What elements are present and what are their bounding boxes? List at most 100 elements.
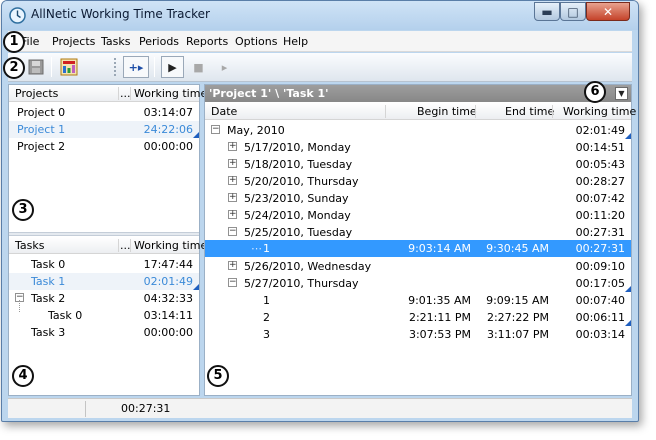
detail-row-day[interactable]: − 5/25/2010, Tuesday 00:27:31	[205, 224, 631, 241]
detail-row-day[interactable]: + 5/24/2010, Monday 00:11:20	[205, 207, 631, 224]
step-button[interactable]: ▸	[213, 56, 236, 78]
task-row[interactable]: Task 0 03:14:11	[9, 307, 199, 324]
chevron-down-icon[interactable]: ▼	[615, 87, 628, 100]
detail-time: 00:07:40	[575, 294, 625, 307]
minimize-button[interactable]: ▬	[534, 2, 560, 21]
task-time: 04:32:33	[143, 292, 193, 305]
detail-row-day[interactable]: + 5/26/2010, Wednesday 00:09:10	[205, 258, 631, 275]
tasks-col-more[interactable]: ...	[120, 239, 131, 252]
task-name: Task 1	[31, 275, 66, 288]
expand-icon[interactable]: +	[228, 210, 237, 219]
task-time: 02:01:49	[143, 275, 193, 288]
header-divider	[118, 87, 119, 100]
status-bar: 00:27:31	[8, 398, 632, 418]
toolbar-separator	[154, 57, 155, 77]
detail-date: 5/20/2010, Thursday	[244, 175, 359, 188]
menu-periods[interactable]: Periods	[139, 35, 179, 48]
task-row[interactable]: − Task 2 04:32:33	[9, 290, 199, 307]
detail-row-entry[interactable]: 3 3:07:53 PM 3:11:07 PM 00:03:14	[205, 326, 631, 343]
header-divider	[552, 105, 553, 118]
menu-tasks[interactable]: Tasks	[101, 35, 130, 48]
detail-col-end[interactable]: End time	[505, 105, 554, 118]
projects-col-time[interactable]: Working time	[134, 87, 207, 100]
expand-icon[interactable]: +	[228, 193, 237, 202]
detail-row-entry[interactable]: 2 2:21:11 PM 2:27:22 PM 00:06:11	[205, 309, 631, 326]
detail-row-day[interactable]: + 5/18/2010, Tuesday 00:05:43	[205, 156, 631, 173]
detail-date: 5/23/2010, Sunday	[244, 192, 349, 205]
clock-icon	[9, 7, 26, 24]
expand-icon[interactable]: +	[228, 176, 237, 185]
detail-date: 5/17/2010, Monday	[244, 141, 351, 154]
expand-icon[interactable]: +	[228, 142, 237, 151]
app-window: AllNetic Working Time Tracker ▬ □ ✕ File…	[1, 0, 639, 422]
title-bar[interactable]: AllNetic Working Time Tracker ▬ □ ✕	[2, 1, 638, 30]
header-divider	[130, 239, 131, 252]
breadcrumb-text: 'Project 1' \ 'Task 1'	[209, 87, 329, 100]
tree-connector: ⋯	[251, 242, 262, 255]
menu-reports[interactable]: Reports	[186, 35, 228, 48]
detail-end: 2:27:22 PM	[486, 311, 549, 324]
task-time: 00:00:00	[143, 326, 193, 339]
toolbar-grip[interactable]	[114, 58, 116, 76]
projects-col-name[interactable]: Projects	[15, 87, 58, 100]
detail-time: 00:17:05	[575, 277, 625, 290]
window-title: AllNetic Working Time Tracker	[31, 7, 210, 21]
project-row-selected[interactable]: Project 1 24:22:06	[9, 121, 199, 138]
header-divider	[385, 105, 386, 118]
menu-options[interactable]: Options	[235, 35, 277, 48]
projects-col-more[interactable]: ...	[120, 87, 131, 100]
menu-projects[interactable]: Projects	[52, 35, 95, 48]
project-row[interactable]: Project 0 03:14:07	[9, 104, 199, 121]
detail-begin: 9:03:14 AM	[408, 242, 471, 255]
callout-4: 4	[12, 365, 34, 387]
task-row[interactable]: Task 0 17:47:44	[9, 256, 199, 273]
panel-splitter[interactable]	[9, 232, 199, 236]
detail-col-begin[interactable]: Begin time	[417, 105, 477, 118]
detail-time: 00:03:14	[575, 328, 625, 341]
close-button[interactable]: ✕	[586, 2, 630, 21]
menu-help[interactable]: Help	[283, 35, 308, 48]
task-name: Task 2	[31, 292, 66, 305]
detail-begin: 2:21:11 PM	[408, 311, 471, 324]
task-row-selected[interactable]: Task 1 02:01:49	[9, 273, 199, 290]
detail-row-entry[interactable]: 1 9:01:35 AM 9:09:15 AM 00:07:40	[205, 292, 631, 309]
detail-col-time[interactable]: Working time	[563, 105, 636, 118]
detail-row-day[interactable]: − 5/27/2010, Thursday 00:17:05	[205, 275, 631, 292]
save-button[interactable]	[24, 56, 47, 78]
detail-time: 00:27:31	[575, 242, 625, 255]
report-button[interactable]	[57, 56, 80, 78]
tasks-col-time[interactable]: Working time	[134, 239, 207, 252]
detail-row-month[interactable]: − May, 2010 02:01:49	[205, 122, 631, 139]
collapse-icon[interactable]: −	[211, 125, 220, 134]
detail-end: 9:30:45 AM	[486, 242, 549, 255]
detail-row-day[interactable]: + 5/17/2010, Monday 00:14:51	[205, 139, 631, 156]
collapse-icon[interactable]: −	[228, 227, 237, 236]
detail-row-entry-selected[interactable]: ⋯ 1 9:03:14 AM 9:30:45 AM 00:27:31	[205, 240, 631, 257]
floppy-disk-icon	[28, 59, 43, 75]
task-row[interactable]: Task 3 00:00:00	[9, 324, 199, 341]
project-name: Project 0	[17, 106, 66, 119]
stop-button[interactable]: ■	[187, 56, 210, 78]
detail-time: 00:07:42	[575, 192, 625, 205]
detail-col-date[interactable]: Date	[211, 105, 237, 118]
add-entry-button[interactable]: +▸	[123, 56, 149, 78]
expand-icon[interactable]: +	[228, 159, 237, 168]
project-row[interactable]: Project 2 00:00:00	[9, 138, 199, 155]
detail-date: May, 2010	[227, 124, 285, 137]
tasks-header: Tasks ... Working time	[9, 237, 207, 254]
detail-row-day[interactable]: + 5/20/2010, Thursday 00:28:27	[205, 173, 631, 190]
maximize-button[interactable]: □	[560, 2, 586, 21]
detail-time: 00:05:43	[575, 158, 625, 171]
detail-date: 5/18/2010, Tuesday	[244, 158, 353, 171]
task-time: 17:47:44	[143, 258, 193, 271]
toolbar: +▸ ▶ ■ ▸	[8, 53, 632, 82]
tasks-col-name[interactable]: Tasks	[15, 239, 44, 252]
header-divider	[475, 105, 476, 118]
callout-2: 2	[3, 57, 25, 79]
collapse-icon[interactable]: −	[228, 278, 237, 287]
detail-date: 5/27/2010, Thursday	[244, 277, 359, 290]
play-button[interactable]: ▶	[161, 56, 184, 78]
detail-row-day[interactable]: + 5/23/2010, Sunday 00:07:42	[205, 190, 631, 207]
task-time: 03:14:11	[143, 309, 193, 322]
expand-icon[interactable]: +	[228, 261, 237, 270]
